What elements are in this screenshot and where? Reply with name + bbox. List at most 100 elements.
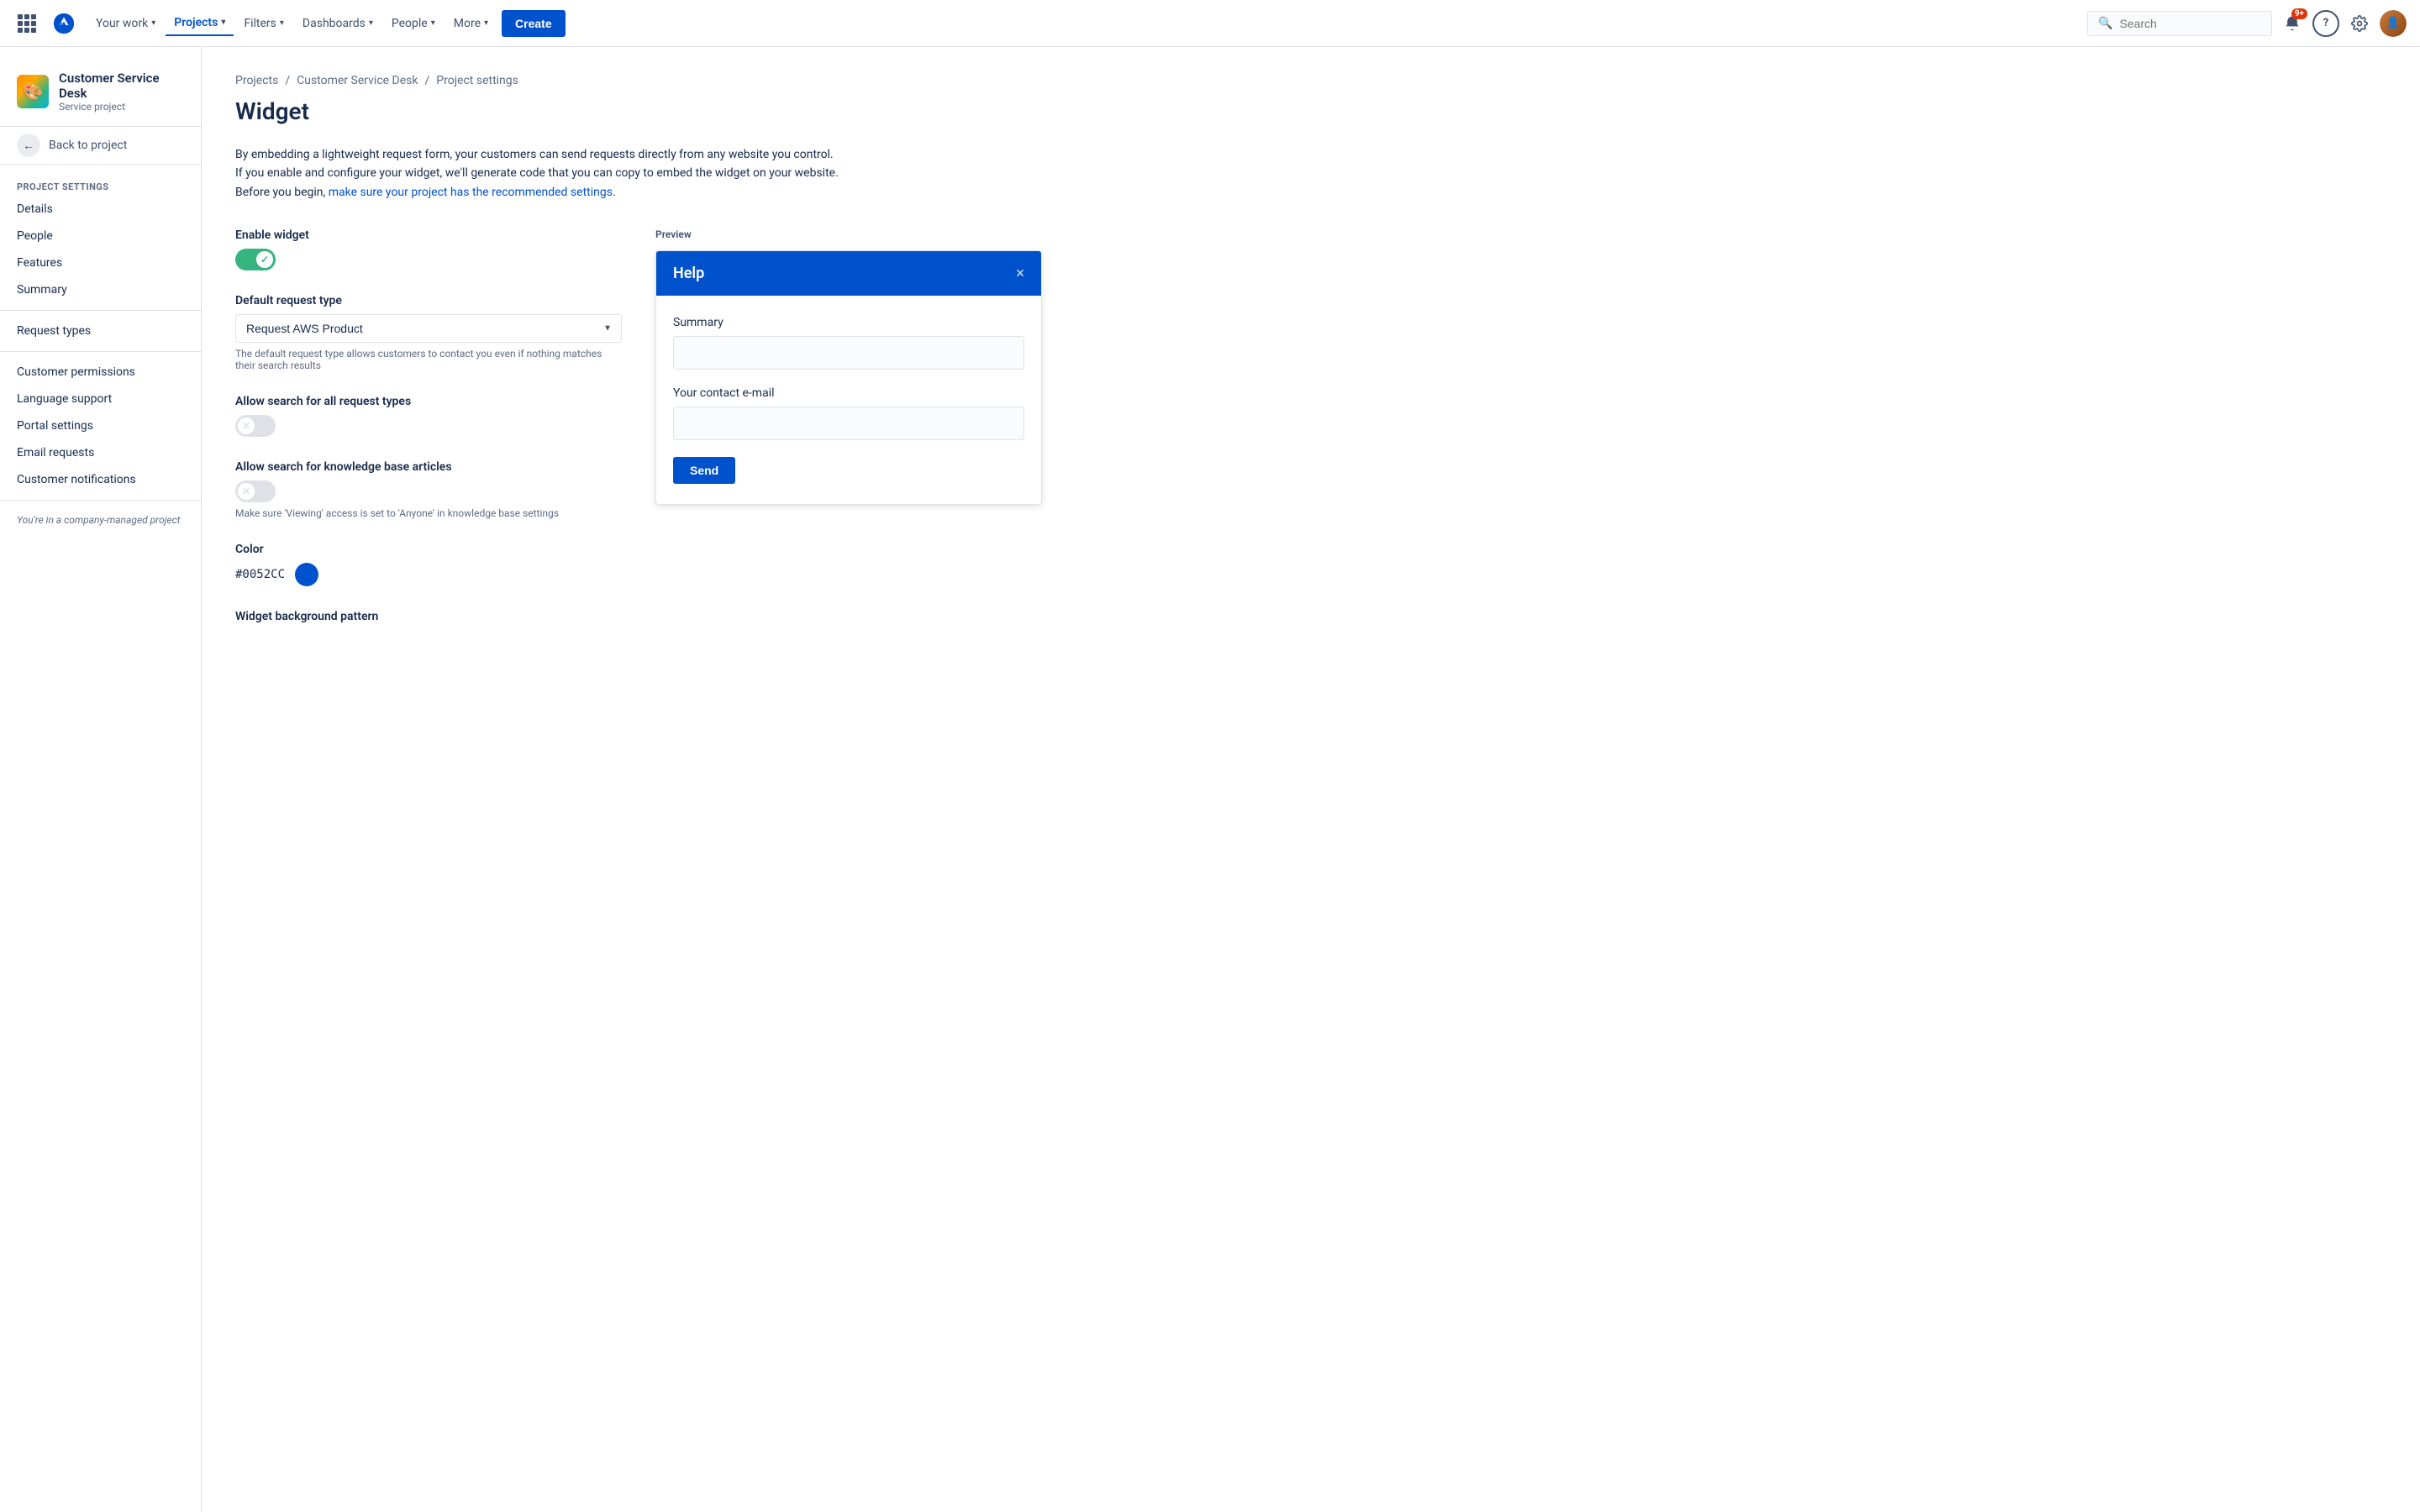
preview-label: Preview (655, 228, 1042, 240)
project-header: 🎨 Customer Service Desk Service project (0, 60, 201, 126)
toggle-check-icon: ✓ (260, 254, 269, 265)
chevron-down-icon: ▾ (484, 18, 488, 28)
color-picker-dot[interactable] (295, 563, 318, 586)
default-request-type-label: Default request type (235, 294, 622, 307)
chevron-down-icon: ▾ (221, 18, 225, 27)
search-icon: 🔍 (2098, 17, 2112, 30)
sidebar-item-language-support[interactable]: Language support (0, 386, 201, 412)
allow-search-label: Allow search for all request types (235, 395, 622, 408)
search-box[interactable]: 🔍 (2087, 11, 2272, 36)
default-request-type-select[interactable]: Request AWS Product General Request Bug … (235, 314, 622, 343)
chevron-down-icon: ▾ (280, 18, 284, 28)
avatar[interactable]: 👤 (2380, 10, 2407, 37)
default-request-hint: The default request type allows customer… (235, 348, 622, 371)
nav-projects[interactable]: Projects ▾ (166, 11, 234, 36)
sidebar-divider (0, 500, 201, 501)
nav-filters[interactable]: Filters ▾ (235, 12, 292, 35)
color-hex-value: #0052CC (235, 568, 285, 581)
enable-widget-toggle[interactable]: ✓ (235, 249, 276, 270)
widget-bg-section: Widget background pattern (235, 610, 622, 623)
sidebar-item-request-types[interactable]: Request types (0, 318, 201, 344)
sidebar-item-portal-settings[interactable]: Portal settings (0, 412, 201, 439)
nav-more[interactable]: More ▾ (445, 12, 497, 35)
notifications-button[interactable]: 9+ (2279, 10, 2306, 37)
allow-kb-toggle-wrap: ✕ (235, 480, 622, 502)
toggle-x-icon: ✕ (242, 420, 250, 432)
allow-kb-label: Allow search for knowledge base articles (235, 460, 622, 474)
preview-summary-field: Summary (673, 316, 1024, 370)
nav-your-work[interactable]: Your work ▾ (87, 12, 164, 35)
nav-items: Your work ▾ Projects ▾ Filters ▾ Dashboa… (87, 10, 2084, 37)
sidebar-item-customer-permissions[interactable]: Customer permissions (0, 359, 201, 386)
allow-kb-section: Allow search for knowledge base articles… (235, 460, 622, 519)
sidebar-item-summary[interactable]: Summary (0, 276, 201, 303)
user-avatar: 👤 (2380, 10, 2407, 37)
project-name: Customer Service Desk (59, 71, 184, 101)
create-button[interactable]: Create (502, 10, 566, 37)
app-layout: 🎨 Customer Service Desk Service project … (0, 47, 2420, 1512)
color-row: #0052CC (235, 563, 622, 586)
sidebar-item-details[interactable]: Details (0, 196, 201, 223)
toggle-knob: ✕ (238, 483, 255, 500)
enable-widget-section: Enable widget ✓ (235, 228, 622, 270)
project-type: Service project (59, 101, 184, 113)
allow-search-section: Allow search for all request types ✕ (235, 395, 622, 437)
recommended-settings-link[interactable]: make sure your project has the recommend… (329, 186, 613, 199)
settings-form: Enable widget ✓ Default request type (235, 228, 622, 647)
grid-icon (18, 14, 36, 33)
enable-widget-toggle-wrap: ✓ (235, 249, 622, 270)
page-title: Widget (235, 97, 2386, 125)
preview-email-label: Your contact e-mail (673, 386, 1024, 400)
back-to-project[interactable]: ← Back to project (0, 126, 201, 165)
project-info: Customer Service Desk Service project (59, 71, 184, 113)
page-description: By embedding a lightweight request form,… (235, 145, 1042, 202)
preview-close-icon[interactable]: × (1016, 265, 1024, 282)
logo[interactable] (50, 10, 77, 37)
sidebar-divider (0, 310, 201, 311)
preview-email-field: Your contact e-mail (673, 386, 1024, 440)
top-navigation: Your work ▾ Projects ▾ Filters ▾ Dashboa… (0, 0, 2420, 47)
sidebar-item-people[interactable]: People (0, 223, 201, 249)
notification-badge: 9+ (2291, 8, 2307, 19)
enable-widget-label: Enable widget (235, 228, 622, 242)
preview-body: Summary Your contact e-mail Send (656, 296, 1041, 504)
apps-grid-button[interactable] (13, 10, 40, 37)
default-request-type-section: Default request type Request AWS Product… (235, 294, 622, 371)
allow-search-toggle-wrap: ✕ (235, 415, 622, 437)
sidebar-item-features[interactable]: Features (0, 249, 201, 276)
nav-right-section: 🔍 9+ ? 👤 (2087, 10, 2407, 37)
toggle-x-icon: ✕ (242, 486, 250, 497)
preview-section: Preview Help × Summary Your (655, 228, 1042, 505)
color-section: Color #0052CC (235, 543, 622, 586)
sidebar-item-customer-notifications[interactable]: Customer notifications (0, 466, 201, 493)
breadcrumb-projects[interactable]: Projects (235, 74, 278, 87)
toggle-knob: ✕ (238, 417, 255, 434)
chevron-down-icon: ▾ (431, 18, 435, 28)
allow-kb-toggle[interactable]: ✕ (235, 480, 276, 502)
default-request-type-select-wrap: Request AWS Product General Request Bug … (235, 314, 622, 343)
sidebar-item-email-requests[interactable]: Email requests (0, 439, 201, 466)
color-label: Color (235, 543, 622, 556)
allow-kb-hint: Make sure 'Viewing' access is set to 'An… (235, 507, 622, 519)
nav-dashboards[interactable]: Dashboards ▾ (294, 12, 381, 35)
main-content: Projects / Customer Service Desk / Proje… (202, 47, 2420, 1512)
preview-send-button[interactable]: Send (673, 457, 735, 484)
nav-people[interactable]: People ▾ (383, 12, 444, 35)
allow-search-toggle[interactable]: ✕ (235, 415, 276, 437)
project-icon: 🎨 (17, 75, 49, 108)
sidebar-divider (0, 351, 201, 352)
sidebar-footer-note: You're in a company-managed project (0, 507, 201, 533)
chevron-down-icon: ▾ (151, 18, 155, 28)
widget-bg-label: Widget background pattern (235, 610, 622, 623)
settings-button[interactable] (2346, 10, 2373, 37)
search-input[interactable] (2119, 17, 2261, 30)
help-button[interactable]: ? (2312, 10, 2339, 37)
breadcrumb-current: Project settings (436, 74, 518, 87)
preview-card: Help × Summary Your contact e-mail (655, 250, 1042, 505)
preview-header-title: Help (673, 265, 704, 282)
breadcrumb-project[interactable]: Customer Service Desk (297, 74, 418, 87)
preview-summary-input[interactable] (673, 336, 1024, 370)
preview-summary-label: Summary (673, 316, 1024, 329)
preview-email-input[interactable] (673, 407, 1024, 440)
gear-icon (2351, 15, 2368, 32)
